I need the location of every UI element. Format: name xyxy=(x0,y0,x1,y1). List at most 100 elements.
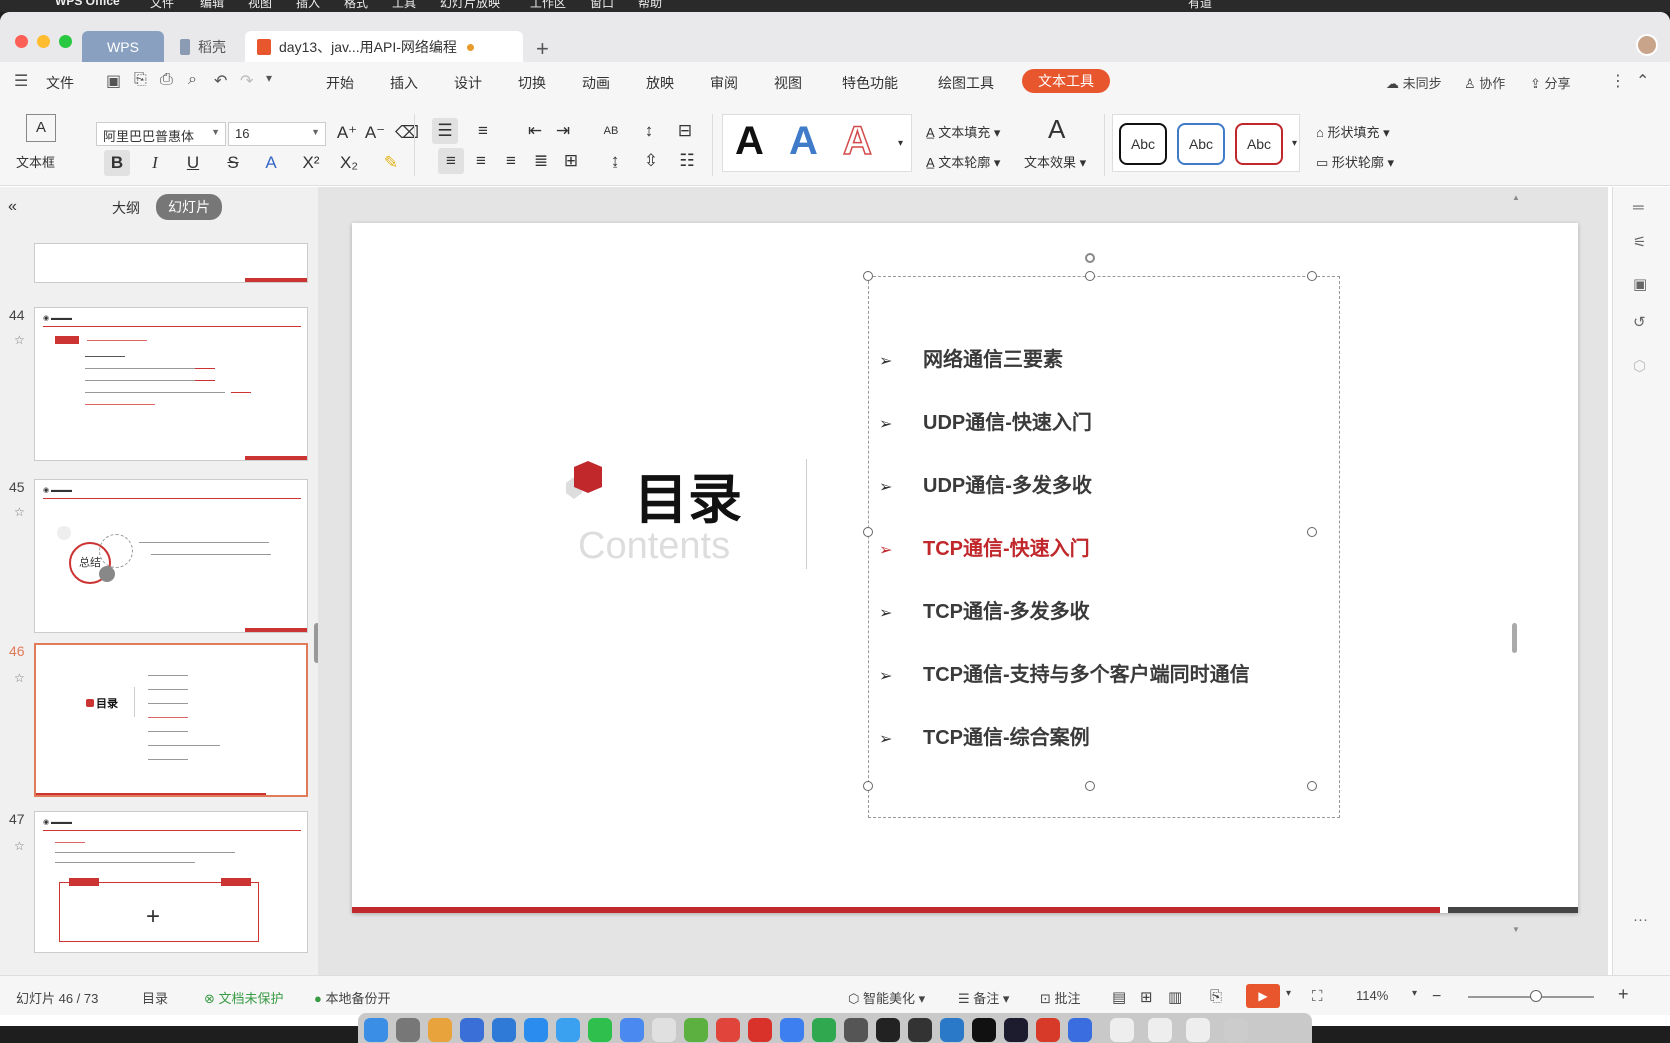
italic-button[interactable]: I xyxy=(142,150,168,176)
menubar-workspace[interactable]: 工作区 xyxy=(530,0,566,11)
wps-icon[interactable] xyxy=(1036,1018,1060,1042)
slide[interactable]: 目录 Contents ➢ 网络通信三要素 ➢ UDP通信-快速入门 ➢ UDP通信-… xyxy=(352,223,1578,913)
list-item[interactable]: ➢ TCP通信-支持与多个客户端同时通信 xyxy=(879,658,1250,687)
menu-view[interactable]: 视图 xyxy=(774,73,802,93)
menu-drawing-tools[interactable]: 绘图工具 xyxy=(938,73,994,93)
resize-handle[interactable] xyxy=(1085,781,1095,791)
paragraph-spacing-icon[interactable]: ⇳ xyxy=(638,148,664,174)
slide-subtitle[interactable]: Contents xyxy=(578,525,730,568)
shape-fill-button[interactable]: ⌂ 形状填充 ▾ xyxy=(1316,122,1390,141)
list-item[interactable]: ➢ TCP通信-综合案例 xyxy=(879,721,1090,750)
terminal-icon[interactable] xyxy=(876,1018,900,1042)
tab-document[interactable]: day13、jav...用API-网络编程 xyxy=(245,31,523,63)
menu-design[interactable]: 设计 xyxy=(454,73,482,93)
distribute-icon[interactable]: ⊞ xyxy=(558,148,584,174)
datagrip-icon[interactable] xyxy=(972,1018,996,1042)
star-icon[interactable]: ☆ xyxy=(14,671,25,685)
wordart-style-blue[interactable]: A xyxy=(789,119,818,164)
highlight-icon[interactable]: ✎ xyxy=(378,150,404,176)
sync-status[interactable]: ☁ 未同步 xyxy=(1386,73,1442,92)
cube-icon[interactable]: ⬡ xyxy=(1633,357,1646,375)
menu-transition[interactable]: 切换 xyxy=(518,73,546,93)
sidebar-handle-icon[interactable]: ═ xyxy=(1633,199,1644,216)
tab-outline[interactable]: 大纲 xyxy=(112,198,140,218)
quick-access-chevron-icon[interactable]: ▾ xyxy=(266,71,272,85)
smart-beautify-button[interactable]: ⬡ 智能美化 ▾ xyxy=(848,988,925,1007)
menubar-youdao[interactable]: 有道 xyxy=(1188,0,1212,11)
zoom-out-icon[interactable]: − xyxy=(1432,988,1441,1006)
numbered-list-icon[interactable]: ≡ xyxy=(470,118,496,144)
menubar-insert[interactable]: 插入 xyxy=(296,0,320,11)
history-icon[interactable]: ↺ xyxy=(1633,313,1646,331)
bold-button[interactable]: B xyxy=(104,150,130,176)
menubar-edit[interactable]: 编辑 xyxy=(200,0,224,11)
font-family-select[interactable]: 阿里巴巴普惠体 ▼ xyxy=(96,122,226,146)
text-effect-button[interactable]: 文本效果 ▾ xyxy=(1024,152,1086,171)
app-icon[interactable] xyxy=(780,1018,804,1042)
resize-handle[interactable] xyxy=(1307,781,1317,791)
hamburger-icon[interactable]: ☰ xyxy=(14,71,28,91)
align-right-icon[interactable]: ≡ xyxy=(498,148,524,174)
clear-format-icon[interactable]: ⌫ xyxy=(394,120,420,146)
textbox-label[interactable]: 文本框 xyxy=(16,152,55,171)
zoom-chevron-icon[interactable]: ▾ xyxy=(1412,988,1417,999)
document-icon[interactable] xyxy=(1186,1018,1210,1042)
reading-view-icon[interactable]: ▥ xyxy=(1168,988,1182,1006)
star-icon[interactable]: ☆ xyxy=(14,839,25,853)
subscript-button[interactable]: X₂ xyxy=(336,150,362,176)
finder-icon[interactable] xyxy=(364,1018,388,1042)
comment-button[interactable]: ⊡ 批注 xyxy=(1040,988,1081,1007)
avatar[interactable] xyxy=(1636,34,1658,56)
menubar-format[interactable]: 格式 xyxy=(344,0,368,11)
star-icon[interactable]: ☆ xyxy=(14,333,25,347)
slide-thumbnail-43[interactable] xyxy=(34,243,308,283)
collapse-ribbon-icon[interactable]: ⌃ xyxy=(1636,71,1649,91)
more-options-icon[interactable]: ··· xyxy=(1633,911,1648,928)
more-icon[interactable]: ⋮ xyxy=(1610,71,1626,91)
menu-special[interactable]: 特色功能 xyxy=(842,73,898,93)
rotate-handle-icon[interactable] xyxy=(1085,253,1095,263)
minimize-window-button[interactable] xyxy=(37,35,50,48)
save-icon[interactable]: ▣ xyxy=(106,71,121,91)
play-options-chevron-icon[interactable]: ▾ xyxy=(1286,988,1291,999)
menu-insert[interactable]: 插入 xyxy=(390,73,418,93)
line-spacing-icon[interactable]: ↨ xyxy=(602,148,628,174)
align-center-icon[interactable]: ≡ xyxy=(468,148,494,174)
zoom-in-icon[interactable]: + xyxy=(1618,984,1629,1005)
wordart-more-icon[interactable]: ▾ xyxy=(898,138,903,149)
scroll-down-icon[interactable]: ▼ xyxy=(1512,925,1520,934)
app-store-icon[interactable] xyxy=(524,1018,548,1042)
collapse-panel-icon[interactable]: « xyxy=(8,198,17,216)
grid-view-icon[interactable]: ⊞ xyxy=(1140,988,1153,1006)
youdao-icon[interactable] xyxy=(748,1018,772,1042)
resize-handle[interactable] xyxy=(1307,527,1317,537)
intellij-icon[interactable] xyxy=(1004,1018,1028,1042)
presenter-icon[interactable]: ⎘ xyxy=(1210,988,1222,1005)
decrease-font-icon[interactable]: A⁻ xyxy=(362,120,388,146)
app-icon[interactable] xyxy=(460,1018,484,1042)
list-item[interactable]: ➢ 网络通信三要素 xyxy=(879,343,1063,372)
text-fill-button[interactable]: A̲ 文本填充 ▾ xyxy=(926,122,1000,141)
slide-thumbnail-47[interactable]: ◉ ▬▬▬ xyxy=(34,811,308,953)
shape-style-more-icon[interactable]: ▾ xyxy=(1292,138,1297,149)
settings-sliders-icon[interactable]: ⚟ xyxy=(1633,233,1646,251)
browser-icon[interactable] xyxy=(620,1018,644,1042)
menu-file[interactable]: 文件 xyxy=(46,73,74,93)
tab-docer[interactable]: 稻壳 xyxy=(168,31,238,63)
text-outline-button[interactable]: A̲ 文本轮廓 ▾ xyxy=(926,152,1000,171)
menubar-view[interactable]: 视图 xyxy=(248,0,272,11)
document-icon[interactable] xyxy=(1148,1018,1172,1042)
chrome-icon[interactable] xyxy=(716,1018,740,1042)
notes-button[interactable]: ☰ 备注 ▾ xyxy=(958,988,1009,1007)
redo-icon[interactable]: ↷ xyxy=(240,71,253,91)
menubar-help[interactable]: 帮助 xyxy=(638,0,662,11)
strikethrough-button[interactable]: S xyxy=(220,150,246,176)
star-icon[interactable]: ☆ xyxy=(14,505,25,519)
menubar-window[interactable]: 窗口 xyxy=(590,0,614,11)
close-window-button[interactable] xyxy=(15,35,28,48)
section-name[interactable]: 目录 xyxy=(142,988,168,1007)
resize-handle[interactable] xyxy=(863,271,873,281)
slide-thumbnail-44[interactable]: ◉ ▬▬▬ xyxy=(34,307,308,461)
font-color-button[interactable]: A xyxy=(258,150,284,176)
app-icon[interactable] xyxy=(1068,1018,1092,1042)
